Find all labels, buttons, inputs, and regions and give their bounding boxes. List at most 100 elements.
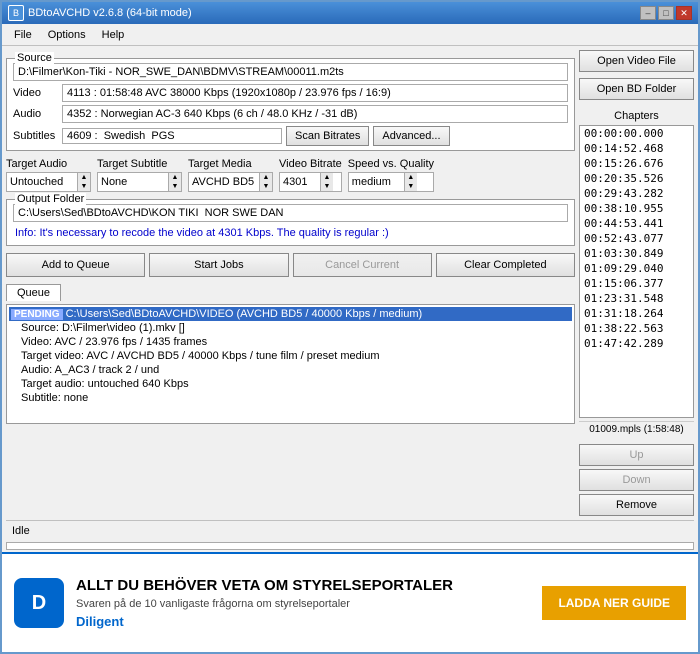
video-value: 4113 : 01:58:48 AVC 38000 Kbps (1920x108… (62, 84, 568, 102)
subtitle-info-row: Subtitles Scan Bitrates Advanced... (13, 126, 568, 146)
add-queue-button[interactable]: Add to Queue (6, 253, 145, 277)
close-button[interactable]: ✕ (676, 6, 692, 20)
target-speed-up[interactable]: ▲ (405, 173, 417, 182)
target-bitrate-group: Video Bitrate ▲ ▼ (279, 158, 342, 192)
clear-completed-button[interactable]: Clear Completed (436, 253, 575, 277)
ad-banner: D ALLT DU BEHÖVER VETA OM STYRELSEPORTAL… (2, 552, 698, 652)
pending-badge: PENDING (11, 309, 63, 320)
app-icon: B (8, 5, 24, 21)
up-button[interactable]: Up (579, 444, 694, 466)
menu-file[interactable]: File (6, 27, 40, 43)
target-audio-group: Target Audio ▲ ▼ (6, 158, 91, 192)
queue-sub-video: Video: AVC / 23.976 fps / 1435 frames (9, 335, 572, 349)
chapter-13[interactable]: 01:38:22.563 (580, 321, 693, 336)
audio-value: 4352 : Norwegian AC-3 640 Kbps (6 ch / 4… (62, 105, 568, 123)
scan-bitrates-button[interactable]: Scan Bitrates (286, 126, 369, 146)
open-video-button[interactable]: Open Video File (579, 50, 694, 72)
advanced-button[interactable]: Advanced... (373, 126, 449, 146)
left-panel: Source Video 4113 : 01:58:48 AVC 38000 K… (6, 50, 575, 516)
queue-list[interactable]: PENDING C:\Users\Sed\BDtoAVCHD\VIDEO (AV… (6, 304, 575, 424)
target-subtitle-label: Target Subtitle (97, 158, 182, 170)
open-bd-button[interactable]: Open BD Folder (579, 78, 694, 100)
chapter-4[interactable]: 00:29:43.282 (580, 186, 693, 201)
target-media-down[interactable]: ▼ (260, 182, 272, 191)
target-audio-label: Target Audio (6, 158, 91, 170)
target-subtitle-input[interactable] (98, 175, 168, 189)
target-media-label: Target Media (188, 158, 273, 170)
chapter-9[interactable]: 01:09:29.040 (580, 261, 693, 276)
target-bitrate-label: Video Bitrate (279, 158, 342, 170)
source-label: Source (15, 52, 54, 64)
output-section: Output Folder Info: It's necessary to re… (6, 199, 575, 246)
chapter-2[interactable]: 00:15:26.676 (580, 156, 693, 171)
chapter-12[interactable]: 01:31:18.264 (580, 306, 693, 321)
target-media-spin: ▲ ▼ (188, 172, 273, 192)
app-window: B BDtoAVCHD v2.6.8 (64-bit mode) – □ ✕ F… (0, 0, 700, 654)
ad-brand: Diligent (76, 614, 530, 629)
target-media-up[interactable]: ▲ (260, 173, 272, 182)
ad-title: ALLT DU BEHÖVER VETA OM STYRELSEPORTALER (76, 577, 530, 594)
output-info-text: Info: It's necessary to recode the video… (13, 225, 568, 241)
menu-help[interactable]: Help (94, 27, 133, 43)
target-subtitle-down[interactable]: ▼ (169, 182, 181, 191)
chapter-7[interactable]: 00:52:43.077 (580, 231, 693, 246)
minimize-button[interactable]: – (640, 6, 656, 20)
output-label: Output Folder (15, 193, 86, 205)
queue-sub-subtitle: Subtitle: none (9, 391, 572, 405)
target-media-input[interactable] (189, 175, 259, 189)
title-bar: B BDtoAVCHD v2.6.8 (64-bit mode) – □ ✕ (2, 2, 698, 24)
maximize-button[interactable]: □ (658, 6, 674, 20)
audio-label: Audio (13, 108, 58, 120)
chapter-5[interactable]: 00:38:10.955 (580, 201, 693, 216)
cancel-current-button[interactable]: Cancel Current (293, 253, 432, 277)
subtitle-input[interactable] (62, 128, 282, 144)
menu-bar: File Options Help (2, 24, 698, 46)
target-speed-input[interactable] (349, 175, 404, 189)
target-audio-down[interactable]: ▼ (78, 182, 90, 191)
side-buttons: Up Down Remove (579, 444, 694, 516)
target-audio-up[interactable]: ▲ (78, 173, 90, 182)
ad-cta-button[interactable]: LADDA NER GUIDE (542, 586, 686, 620)
target-bitrate-up[interactable]: ▲ (321, 173, 333, 182)
chapter-8[interactable]: 01:03:30.849 (580, 246, 693, 261)
down-button[interactable]: Down (579, 469, 694, 491)
start-jobs-button[interactable]: Start Jobs (149, 253, 288, 277)
queue-sub-source: Source: D:\Filmer\video (1).mkv [] (9, 321, 572, 335)
chapters-list[interactable]: 00:00:00.000 00:14:52.468 00:15:26.676 0… (579, 125, 694, 418)
chapter-6[interactable]: 00:44:53.441 (580, 216, 693, 231)
ad-logo: D (14, 578, 64, 628)
chapter-0[interactable]: 00:00:00.000 (580, 126, 693, 141)
target-subtitle-up[interactable]: ▲ (169, 173, 181, 182)
target-bitrate-spin-btns: ▲ ▼ (320, 173, 333, 191)
video-info-row: Video 4113 : 01:58:48 AVC 38000 Kbps (19… (13, 84, 568, 102)
status-area: Idle (2, 520, 698, 552)
app-title: BDtoAVCHD v2.6.8 (64-bit mode) (28, 7, 192, 19)
action-buttons-row: Add to Queue Start Jobs Cancel Current C… (6, 253, 575, 277)
output-path-input[interactable] (13, 204, 568, 222)
target-row: Target Audio ▲ ▼ Target Subtitle (6, 158, 575, 192)
audio-info-row: Audio 4352 : Norwegian AC-3 640 Kbps (6 … (13, 105, 568, 123)
queue-tab[interactable]: Queue (6, 284, 61, 301)
queue-item-pending[interactable]: PENDING C:\Users\Sed\BDtoAVCHD\VIDEO (AV… (9, 307, 572, 321)
menu-options[interactable]: Options (40, 27, 94, 43)
target-bitrate-down[interactable]: ▼ (321, 182, 333, 191)
title-controls: – □ ✕ (640, 6, 692, 20)
target-speed-down[interactable]: ▼ (405, 182, 417, 191)
queue-tab-row: Queue (6, 284, 575, 301)
target-subtitle-spin-btns: ▲ ▼ (168, 173, 181, 191)
target-speed-group: Speed vs. Quality ▲ ▼ (348, 158, 434, 192)
source-section: Source Video 4113 : 01:58:48 AVC 38000 K… (6, 58, 575, 151)
target-bitrate-input[interactable] (280, 175, 320, 189)
ad-subtitle: Svaren på de 10 vanligaste frågorna om s… (76, 598, 530, 610)
chapter-10[interactable]: 01:15:06.377 (580, 276, 693, 291)
remove-button[interactable]: Remove (579, 494, 694, 516)
source-path-input[interactable] (13, 63, 568, 81)
status-bar: Idle (6, 520, 694, 540)
chapter-11[interactable]: 01:23:31.548 (580, 291, 693, 306)
target-speed-spin: ▲ ▼ (348, 172, 434, 192)
chapter-1[interactable]: 00:14:52.468 (580, 141, 693, 156)
target-audio-input[interactable] (7, 175, 77, 189)
chapter-14[interactable]: 01:47:42.289 (580, 336, 693, 351)
queue-sub-target-video: Target video: AVC / AVCHD BD5 / 40000 Kb… (9, 349, 572, 363)
chapter-3[interactable]: 00:20:35.526 (580, 171, 693, 186)
